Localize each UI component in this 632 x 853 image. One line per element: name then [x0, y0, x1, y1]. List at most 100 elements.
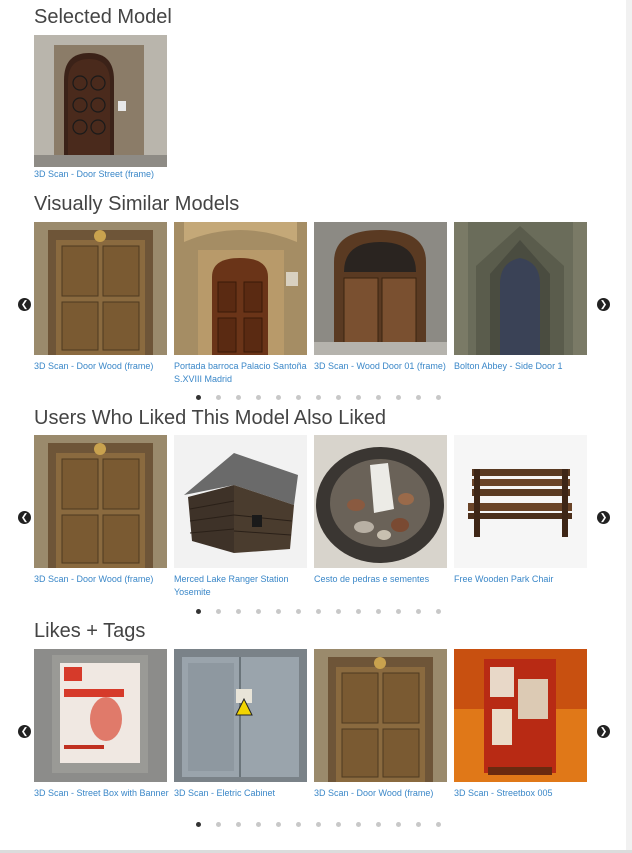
- similar-model-card[interactable]: 3D Scan - Wood Door 01 (frame): [314, 222, 454, 373]
- pagination-dot[interactable]: [368, 819, 388, 829]
- pagination-dot[interactable]: [268, 819, 288, 829]
- pagination-dot[interactable]: [408, 606, 428, 616]
- pagination-dot[interactable]: [288, 392, 308, 402]
- pagination-dot-marker: [235, 394, 241, 400]
- also-liked-label[interactable]: Merced Lake Ranger Station Yosemite: [174, 573, 314, 599]
- bench-image-icon[interactable]: [454, 435, 587, 568]
- pagination-dot[interactable]: [428, 819, 448, 829]
- similar-next-arrow[interactable]: ❯: [597, 298, 610, 311]
- pagination-dot[interactable]: [408, 392, 428, 402]
- similar-model-card[interactable]: Bolton Abbey - Side Door 1: [454, 222, 594, 373]
- pagination-dot[interactable]: [188, 392, 208, 402]
- also-liked-row: 3D Scan - Door Wood (frame) Merced Lake …: [34, 435, 594, 597]
- pagination-dot[interactable]: [228, 819, 248, 829]
- also-liked-label[interactable]: Cesto de pedras e sementes: [314, 573, 454, 586]
- also-liked-next-arrow[interactable]: ❯: [597, 511, 610, 524]
- similar-model-card[interactable]: Portada barroca Palacio Santoña S.XVIII …: [174, 222, 314, 386]
- basket-image-icon[interactable]: [314, 435, 447, 568]
- pagination-dot[interactable]: [328, 392, 348, 402]
- similar-model-label[interactable]: Portada barroca Palacio Santoña S.XVIII …: [174, 360, 314, 386]
- pagination-dot-marker: [355, 821, 361, 827]
- likes-tags-next-arrow[interactable]: ❯: [597, 725, 610, 738]
- cabinet-image-icon[interactable]: [174, 649, 307, 782]
- pagination-dot[interactable]: [328, 819, 348, 829]
- pagination-dot[interactable]: [368, 392, 388, 402]
- pagination-dot-marker: [375, 608, 381, 614]
- also-liked-label[interactable]: 3D Scan - Door Wood (frame): [34, 573, 174, 586]
- pagination-dot[interactable]: [248, 606, 268, 616]
- pagination-dot-marker: [255, 394, 261, 400]
- pagination-dot-marker: [275, 608, 281, 614]
- pagination-dot[interactable]: [188, 606, 208, 616]
- likes-tags-label[interactable]: 3D Scan - Eletric Cabinet: [174, 787, 314, 800]
- pagination-dot[interactable]: [208, 819, 228, 829]
- similar-model-label[interactable]: 3D Scan - Door Wood (frame): [34, 360, 174, 373]
- cabin-image-icon[interactable]: [174, 435, 307, 568]
- pagination-dot[interactable]: [288, 606, 308, 616]
- pagination-dot[interactable]: [308, 392, 328, 402]
- pagination-dot[interactable]: [208, 392, 228, 402]
- pagination-dot[interactable]: [388, 819, 408, 829]
- pagination-dot[interactable]: [348, 392, 368, 402]
- streetbox-image-icon[interactable]: [34, 649, 167, 782]
- pagination-dot[interactable]: [368, 606, 388, 616]
- pagination-dot[interactable]: [348, 819, 368, 829]
- similar-prev-arrow[interactable]: ❮: [18, 298, 31, 311]
- likes-tags-card[interactable]: 3D Scan - Eletric Cabinet: [174, 649, 314, 800]
- likes-tags-card[interactable]: 3D Scan - Street Box with Banner: [34, 649, 174, 800]
- selected-model-heading: Selected Model: [34, 6, 172, 28]
- streetbox-image-icon[interactable]: [454, 649, 587, 782]
- door-image-icon[interactable]: [34, 222, 167, 355]
- also-liked-card[interactable]: Free Wooden Park Chair: [454, 435, 594, 586]
- door-image-icon[interactable]: [314, 222, 447, 355]
- pagination-dot[interactable]: [308, 606, 328, 616]
- pagination-dot-marker: [435, 821, 441, 827]
- likes-tags-label[interactable]: 3D Scan - Door Wood (frame): [314, 787, 454, 800]
- also-liked-card[interactable]: Merced Lake Ranger Station Yosemite: [174, 435, 314, 599]
- pagination-dot[interactable]: [308, 819, 328, 829]
- pagination-dot[interactable]: [228, 392, 248, 402]
- also-liked-prev-arrow[interactable]: ❮: [18, 511, 31, 524]
- page-scrollbar[interactable]: [626, 0, 632, 853]
- likes-tags-prev-arrow[interactable]: ❮: [18, 725, 31, 738]
- likes-tags-label[interactable]: 3D Scan - Streetbox 005: [454, 787, 594, 800]
- pagination-dot[interactable]: [388, 392, 408, 402]
- likes-tags-card[interactable]: 3D Scan - Door Wood (frame): [314, 649, 454, 800]
- door-image-icon[interactable]: [34, 435, 167, 568]
- pagination-dot[interactable]: [428, 392, 448, 402]
- pagination-dot-marker: [395, 608, 401, 614]
- likes-tags-label[interactable]: 3D Scan - Street Box with Banner: [34, 787, 174, 800]
- pagination-dot[interactable]: [348, 606, 368, 616]
- similar-model-label[interactable]: 3D Scan - Wood Door 01 (frame): [314, 360, 454, 373]
- also-liked-label[interactable]: Free Wooden Park Chair: [454, 573, 594, 586]
- pagination-dot[interactable]: [248, 819, 268, 829]
- also-liked-card[interactable]: 3D Scan - Door Wood (frame): [34, 435, 174, 586]
- likes-tags-card[interactable]: 3D Scan - Streetbox 005: [454, 649, 594, 800]
- door-image-icon[interactable]: [454, 222, 587, 355]
- pagination-dot[interactable]: [208, 606, 228, 616]
- similar-model-label[interactable]: Bolton Abbey - Side Door 1: [454, 360, 594, 373]
- selected-model-label[interactable]: 3D Scan - Door Street (frame): [34, 168, 154, 181]
- pagination-dot-marker: [315, 821, 321, 827]
- door-image-icon[interactable]: [314, 649, 447, 782]
- pagination-dot-marker: [335, 394, 341, 400]
- pagination-dot[interactable]: [288, 819, 308, 829]
- similar-model-card[interactable]: 3D Scan - Door Wood (frame): [34, 222, 174, 373]
- pagination-dot[interactable]: [268, 606, 288, 616]
- pagination-dot[interactable]: [388, 606, 408, 616]
- pagination-dot-marker: [355, 608, 361, 614]
- selected-model-thumbnail[interactable]: [34, 35, 167, 167]
- pagination-dot[interactable]: [188, 819, 208, 829]
- also-liked-card[interactable]: Cesto de pedras e sementes: [314, 435, 454, 586]
- likes-tags-row: 3D Scan - Street Box with Banner 3D Scan…: [34, 649, 594, 809]
- also-liked-heading: Users Who Liked This Model Also Liked: [34, 407, 387, 429]
- pagination-dot[interactable]: [248, 392, 268, 402]
- pagination-dot[interactable]: [228, 606, 248, 616]
- pagination-dot[interactable]: [328, 606, 348, 616]
- pagination-dot[interactable]: [268, 392, 288, 402]
- pagination-dot[interactable]: [428, 606, 448, 616]
- pagination-dot[interactable]: [408, 819, 428, 829]
- door-image-icon[interactable]: [174, 222, 307, 355]
- pagination-dot-marker: [235, 821, 241, 827]
- pagination-dot-marker: [295, 821, 301, 827]
